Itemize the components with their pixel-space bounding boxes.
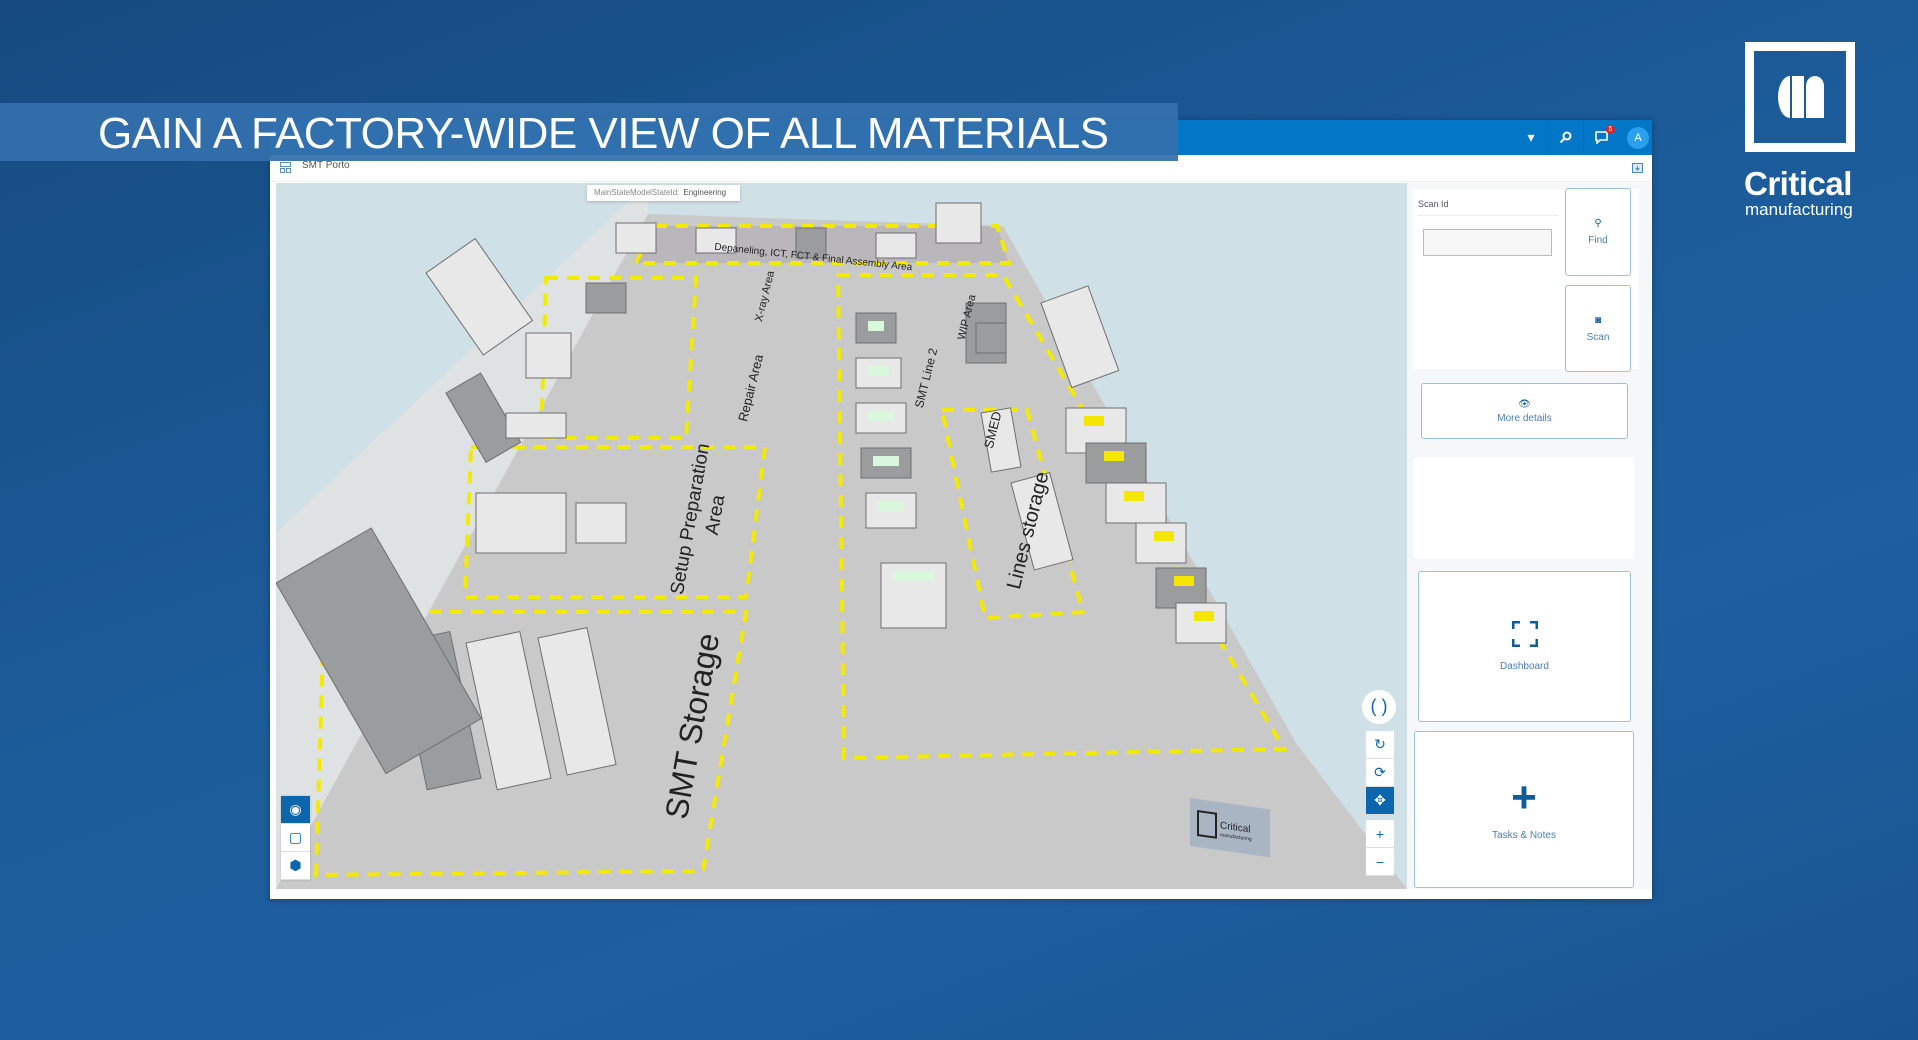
brand-tagline: manufacturing [1745, 200, 1853, 219]
machine [1085, 442, 1147, 484]
zoom-in-button[interactable]: + [1366, 820, 1394, 848]
avatar[interactable]: A [1627, 127, 1649, 149]
view-mode-toolbar: ◉ ▢ ⬢ [281, 796, 310, 880]
tooltip-key: MainStateModelStateId: [594, 188, 680, 197]
zoom-out-button[interactable]: − [1366, 848, 1394, 876]
dropdown-caret-icon[interactable]: ▾ [1513, 120, 1549, 155]
machine [1175, 602, 1227, 644]
app-window: ▾ 5 A SMT Porto SMT Storage Setup Prepar… [270, 120, 1652, 899]
notification-badge: 5 [1606, 125, 1615, 134]
machine [615, 222, 657, 254]
banner-title: GAIN A FACTORY-WIDE VIEW OF ALL MATERIAL… [98, 109, 1109, 158]
page-title: SMT Porto [302, 160, 350, 171]
pan-button[interactable]: ✥ [1366, 787, 1394, 815]
cube-view-button[interactable]: ▢ [281, 824, 310, 852]
machine [935, 202, 982, 244]
scan-label: Scan [1586, 331, 1610, 343]
factory-scene[interactable]: SMT Storage Setup Preparation Area Repai… [276, 183, 1407, 889]
iso-view-button[interactable]: ⬢ [281, 852, 310, 880]
machine-indicator [1194, 611, 1214, 621]
machine [475, 492, 567, 554]
fullscreen-icon [1511, 621, 1538, 647]
dashboard-button[interactable]: Dashboard [1418, 571, 1631, 722]
tooltip-value: Engineering [683, 188, 727, 197]
machine [575, 502, 627, 544]
state-tooltip: MainStateModelStateId: Engineering [587, 185, 740, 201]
machine [525, 332, 572, 379]
machine [1105, 482, 1167, 524]
rotate-button[interactable]: ⟳ [1366, 759, 1394, 787]
scan-id-input[interactable] [1423, 229, 1552, 256]
machine [975, 322, 1007, 354]
machine-screen [878, 501, 904, 511]
camera-icon: ◙ [1594, 314, 1602, 326]
more-details-label: More details [1497, 412, 1552, 424]
machine [1155, 567, 1207, 609]
machine-indicator [1174, 576, 1194, 586]
reset-rotation-button[interactable]: ( ) [1362, 690, 1396, 724]
panel-toggle-icon[interactable] [1632, 163, 1643, 173]
eye-icon: 👁 [1518, 398, 1531, 410]
brand-logo-mark [1778, 76, 1824, 118]
machine-screen [868, 321, 884, 331]
machine [875, 232, 917, 259]
machine-indicator [1104, 451, 1124, 461]
machine-indicator [1124, 491, 1144, 501]
machine-screen [873, 456, 899, 466]
machine-indicator [1084, 416, 1104, 426]
scan-id-label: Scan Id [1418, 199, 1449, 209]
more-details-button[interactable]: 👁 More details [1421, 383, 1628, 439]
machine [585, 282, 627, 314]
tasks-notes-label: Tasks & Notes [1492, 830, 1556, 841]
machine [505, 412, 567, 439]
empty-card [1414, 457, 1634, 559]
machine-indicator [1154, 531, 1174, 541]
scan-button[interactable]: ◙ Scan [1565, 285, 1631, 372]
right-panel: Scan Id ⚲ Find ◙ Scan 👁 More details Dashbo… [1407, 183, 1652, 889]
factory-3d-view[interactable]: SMT Storage Setup Preparation Area Repai… [276, 183, 1407, 889]
search-icon[interactable] [1547, 120, 1583, 155]
find-label: Find [1588, 235, 1608, 246]
machine-screen [893, 571, 934, 581]
brand-name: Critical [1744, 165, 1852, 202]
machine [1135, 522, 1187, 564]
layout-icon [280, 162, 291, 173]
find-button[interactable]: ⚲ Find [1565, 188, 1631, 276]
orbit-view-button[interactable]: ◉ [281, 796, 310, 824]
title-banner: GAIN A FACTORY-WIDE VIEW OF ALL MATERIAL… [0, 103, 1178, 161]
plus-icon: + [1511, 773, 1537, 822]
tasks-notes-button[interactable]: + Tasks & Notes [1414, 731, 1634, 888]
machine-screen [868, 411, 894, 421]
search-icon: ⚲ [1594, 218, 1602, 229]
dashboard-label: Dashboard [1500, 661, 1549, 672]
machine-screen [868, 366, 889, 376]
rotate-left-button[interactable]: ↻ [1366, 731, 1394, 759]
